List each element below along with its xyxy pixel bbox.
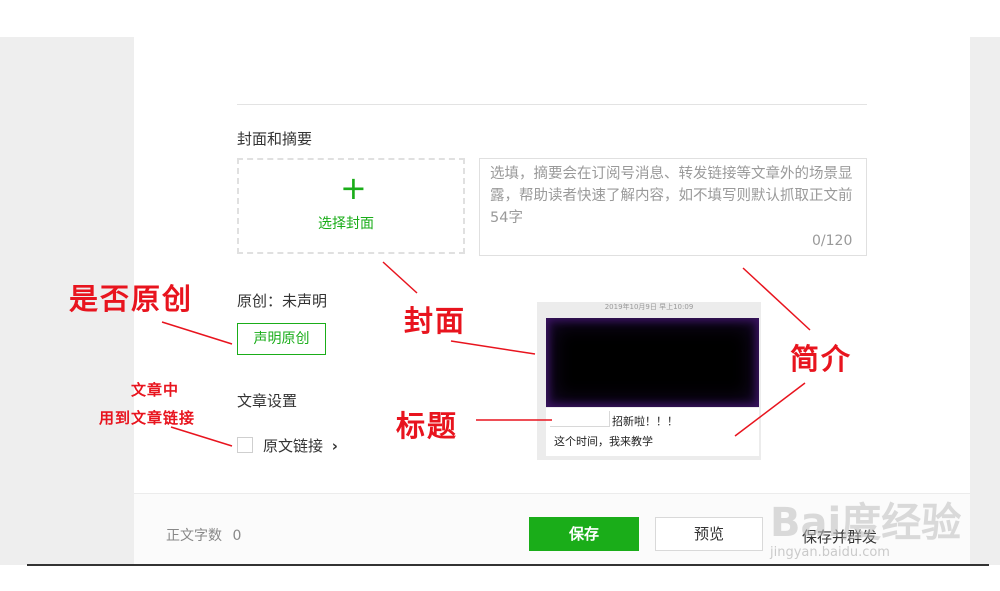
- arrow-cover-image: [450, 340, 536, 355]
- watermark-url: jingyan.baidu.com: [770, 545, 890, 560]
- annotation-cover: 封面: [404, 304, 467, 338]
- arrow-intro-desc: [734, 382, 806, 437]
- arrow-source-link: [170, 426, 233, 447]
- arrow-intro-top: [742, 267, 811, 331]
- arrow-original: [161, 321, 233, 345]
- arrow-cover-top: [382, 261, 418, 294]
- annotation-title: 标题: [396, 409, 459, 443]
- annotation-used-line1: 文章中: [131, 381, 180, 399]
- annotation-used-line2: 用到文章链接: [99, 409, 196, 427]
- baidu-watermark: Bai度经验: [770, 500, 962, 546]
- annotation-intro: 简介: [790, 342, 853, 376]
- annotation-is-original: 是否原创: [69, 282, 194, 316]
